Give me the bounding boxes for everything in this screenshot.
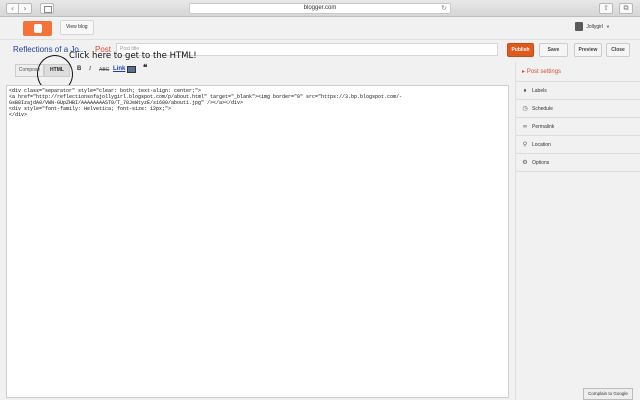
bold-button[interactable]: B bbox=[77, 66, 81, 72]
settings-item-location[interactable]: ⚲ Location bbox=[516, 136, 640, 154]
tabs-overview-icon[interactable]: ⧉ bbox=[619, 3, 633, 14]
link-icon: ∞ bbox=[522, 122, 528, 130]
strikethrough-button[interactable]: ABC bbox=[99, 67, 109, 73]
clock-icon: ◷ bbox=[522, 104, 528, 112]
forward-icon[interactable]: › bbox=[19, 3, 32, 14]
reload-icon[interactable]: ↻ bbox=[441, 4, 447, 13]
preview-button[interactable]: Preview bbox=[574, 43, 602, 57]
settings-item-options[interactable]: ⚙ Options bbox=[516, 154, 640, 172]
view-blog-button[interactable]: View blog bbox=[60, 20, 94, 35]
publish-button[interactable]: Publish bbox=[507, 43, 534, 57]
sidebar-toggle-icon[interactable] bbox=[40, 3, 54, 14]
post-settings-panel: ▸ Post settings ⬧ Labels ◷ Schedule ∞ Pe… bbox=[515, 62, 640, 400]
close-button[interactable]: Close bbox=[606, 43, 630, 57]
link-button[interactable]: Link bbox=[113, 66, 125, 72]
settings-item-label: Permalink bbox=[532, 123, 555, 130]
settings-item-label: Location bbox=[532, 141, 551, 148]
settings-item-label: Schedule bbox=[532, 105, 553, 112]
settings-item-label: Options bbox=[532, 159, 550, 166]
app-header: View blog Jollygirl ▼ bbox=[0, 17, 640, 40]
blogger-logo[interactable] bbox=[23, 21, 52, 36]
post-settings-title: Post settings bbox=[526, 69, 562, 75]
url-text: blogger.com bbox=[303, 5, 337, 11]
settings-item-labels[interactable]: ⬧ Labels bbox=[516, 82, 640, 100]
html-source[interactable]: <div class="separator" style="clear: bot… bbox=[7, 86, 508, 120]
quote-button[interactable]: ❝ bbox=[143, 63, 147, 72]
italic-button[interactable]: I bbox=[89, 66, 91, 72]
post-settings-header[interactable]: ▸ Post settings bbox=[516, 62, 640, 82]
avatar bbox=[575, 22, 584, 31]
history-nav: ‹ › bbox=[6, 3, 32, 14]
html-editor[interactable]: <div class="separator" style="clear: bot… bbox=[6, 85, 509, 398]
back-icon[interactable]: ‹ bbox=[6, 3, 19, 14]
gear-icon: ⚙ bbox=[522, 158, 528, 166]
pin-icon: ⚲ bbox=[522, 140, 528, 148]
browser-toolbar: ‹ › blogger.com ↻ ⇧ ⧉ bbox=[0, 0, 640, 17]
user-name: Jollygirl bbox=[586, 23, 604, 30]
annotation-text: Click here to get to the HTML! bbox=[69, 51, 197, 61]
chevron-down-icon: ▼ bbox=[606, 24, 610, 29]
browser-actions: ⇧ ⧉ bbox=[599, 3, 633, 14]
tag-icon: ⬧ bbox=[523, 86, 527, 94]
share-icon[interactable]: ⇧ bbox=[599, 3, 613, 14]
complain-button[interactable]: Complain to Google bbox=[583, 388, 633, 400]
blogger-b-icon bbox=[34, 24, 42, 33]
address-bar[interactable]: blogger.com ↻ bbox=[189, 3, 451, 14]
settings-item-schedule[interactable]: ◷ Schedule bbox=[516, 100, 640, 118]
settings-item-label: Labels bbox=[532, 87, 547, 94]
account-menu[interactable]: Jollygirl ▼ bbox=[575, 22, 610, 31]
save-button[interactable]: Save bbox=[539, 43, 568, 57]
settings-item-permalink[interactable]: ∞ Permalink bbox=[516, 118, 640, 136]
insert-image-icon[interactable] bbox=[127, 66, 136, 73]
editor-toolbar: Compose HTML B I ABC Link ❝ bbox=[13, 62, 510, 79]
